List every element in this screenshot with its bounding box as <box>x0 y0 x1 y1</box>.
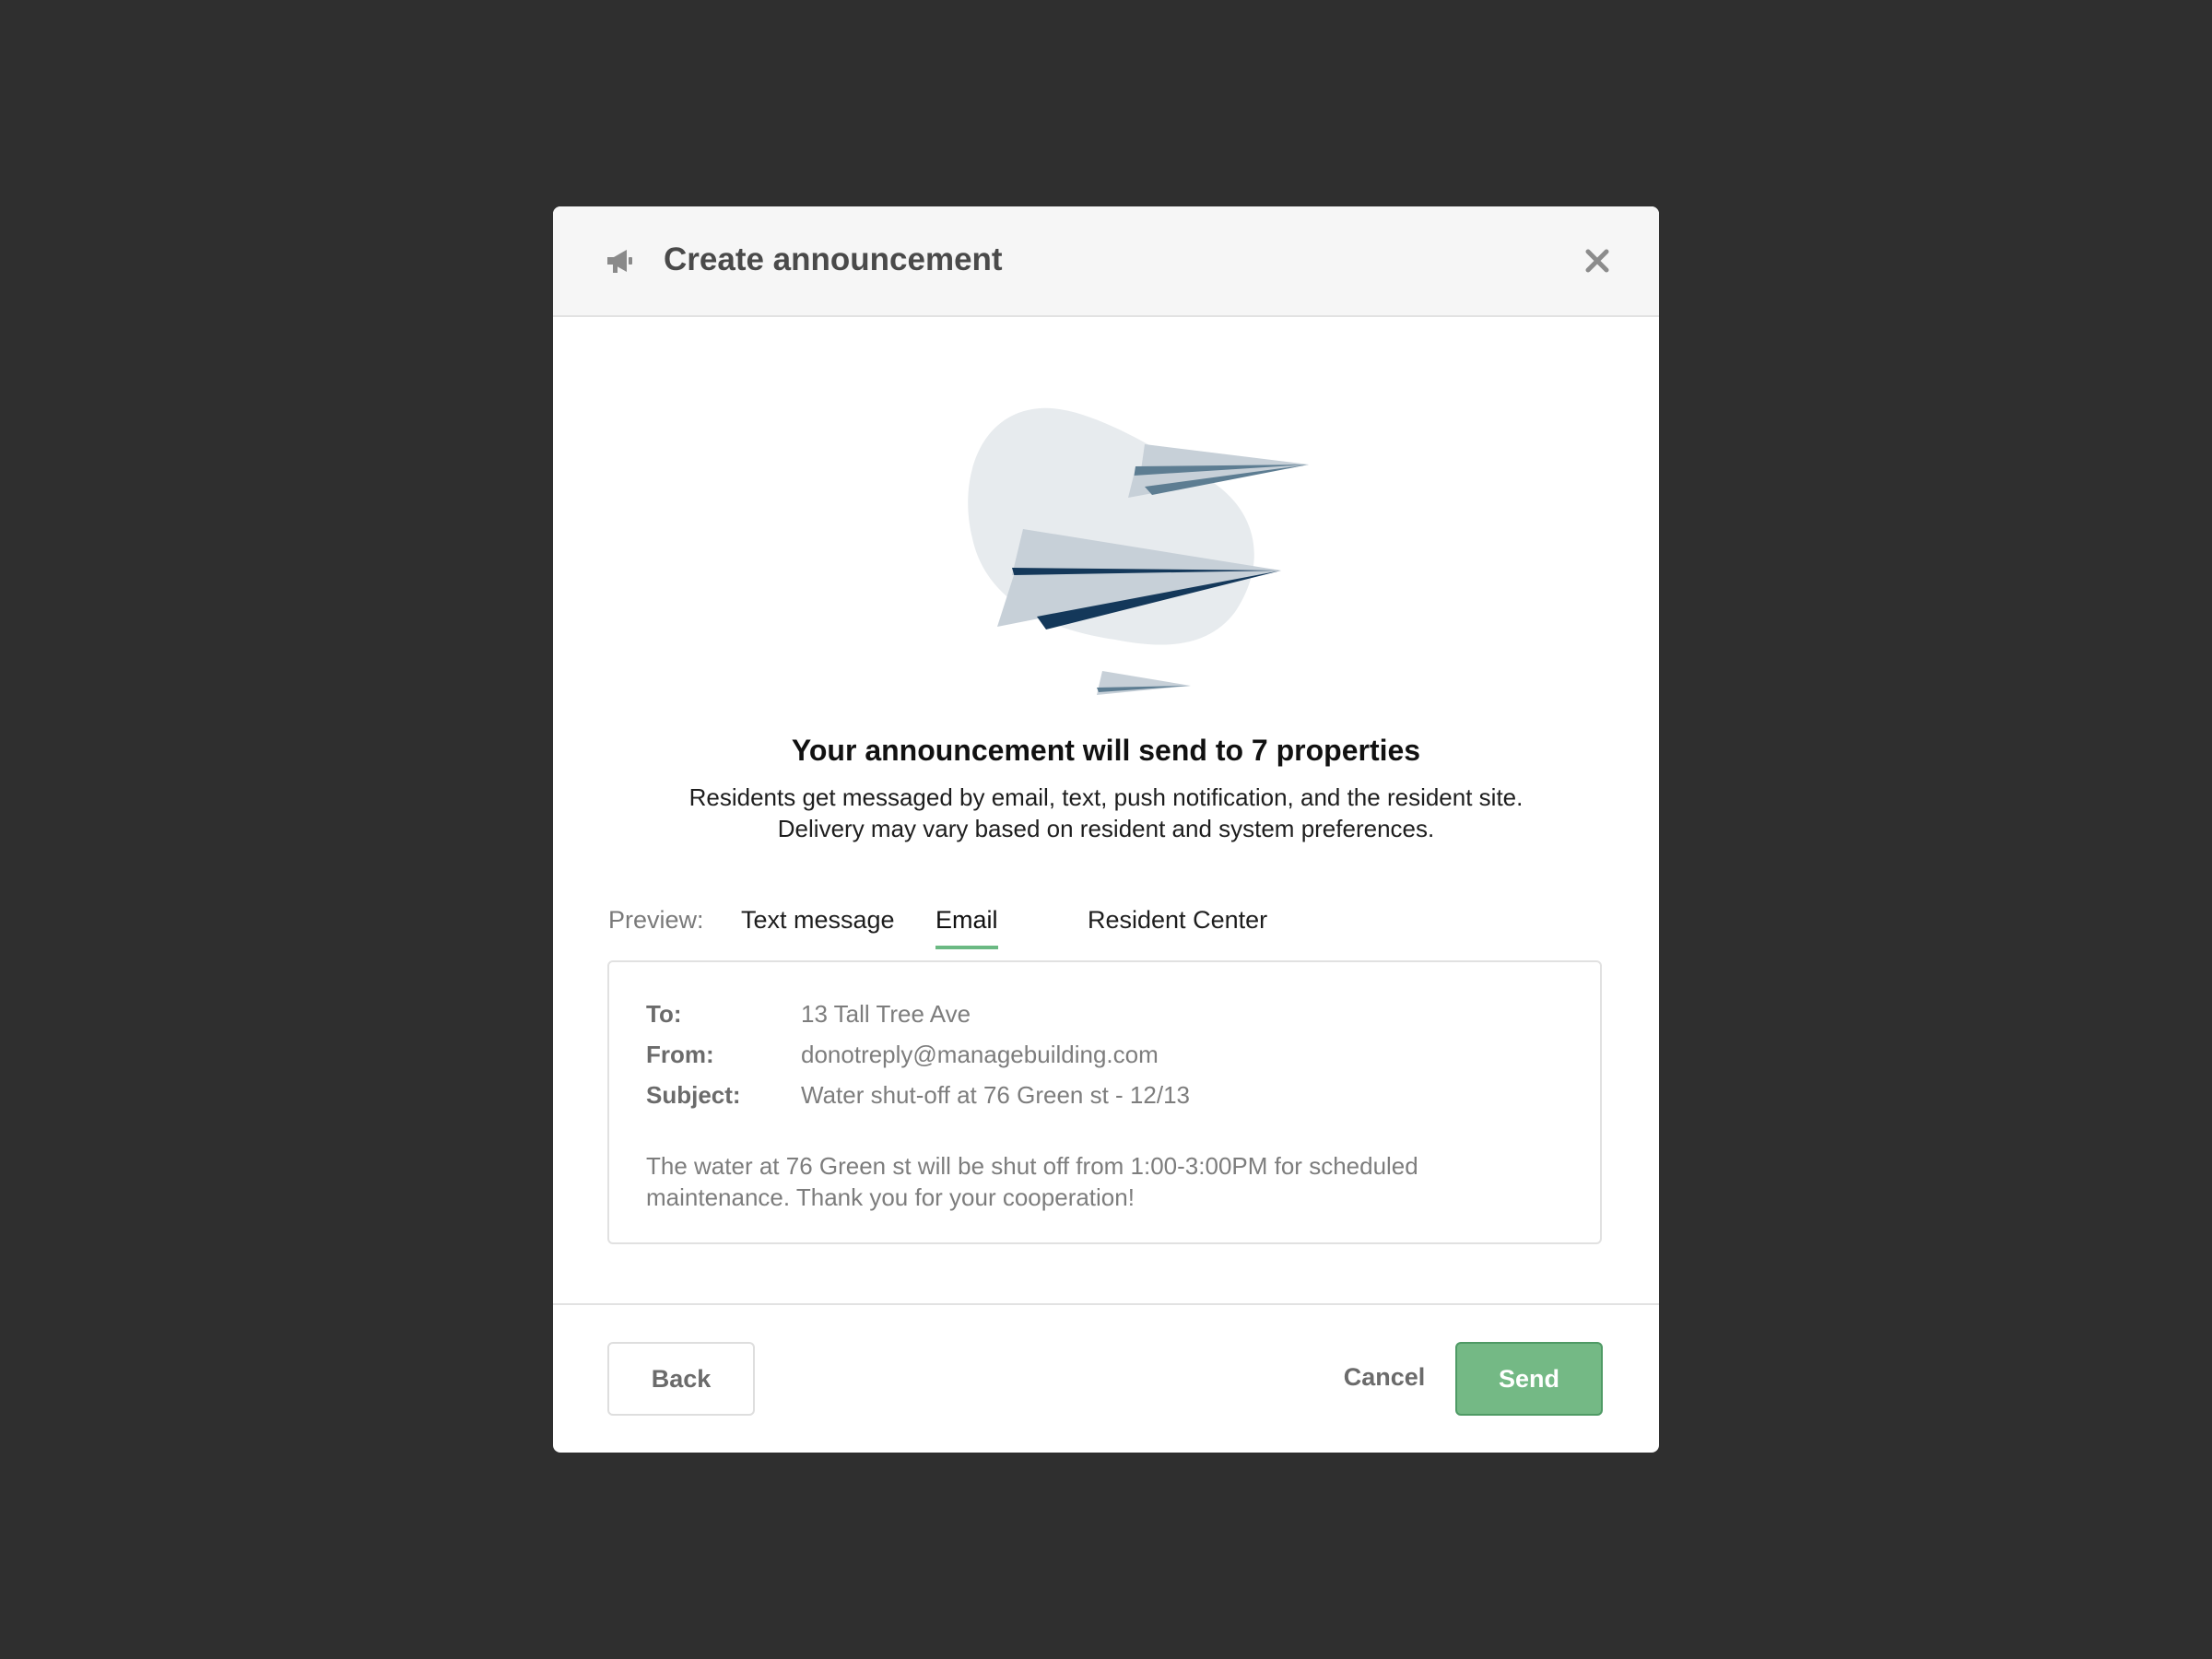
send-summary-headline: Your announcement will send to 7 propert… <box>791 734 1421 767</box>
tab-email[interactable]: Email <box>935 903 998 949</box>
to-label: To: <box>646 1000 682 1028</box>
modal-title: Create announcement <box>664 241 1003 277</box>
preview-label: Preview: <box>608 906 704 934</box>
create-announcement-modal: Create announcement Your announcement wi… <box>553 206 1659 1453</box>
to-value: 13 Tall Tree Ave <box>801 1000 971 1028</box>
email-preview: To: 13 Tall Tree Ave From: donotreply@ma… <box>607 960 1602 1244</box>
megaphone-icon <box>605 246 636 277</box>
from-value: donotreply@managebuilding.com <box>801 1041 1159 1068</box>
paper-planes-illustration <box>903 372 1364 695</box>
send-button[interactable]: Send <box>1455 1342 1603 1416</box>
footer-divider <box>553 1303 1659 1305</box>
subject-label: Subject: <box>646 1081 741 1109</box>
send-summary-description: Residents get messaged by email, text, p… <box>553 782 1659 844</box>
tab-resident-center[interactable]: Resident Center <box>1088 903 1267 946</box>
email-body: The water at 76 Green st will be shut of… <box>646 1152 1418 1211</box>
preview-tabs: Preview: Text message Email Resident Cen… <box>608 903 1604 959</box>
modal-header: Create announcement <box>553 206 1659 317</box>
tab-text-message[interactable]: Text message <box>741 903 895 946</box>
back-button[interactable]: Back <box>607 1342 755 1416</box>
description-line: Residents get messaged by email, text, p… <box>688 783 1524 811</box>
from-label: From: <box>646 1041 714 1068</box>
cancel-button[interactable]: Cancel <box>1336 1342 1432 1416</box>
close-icon[interactable] <box>1580 243 1615 278</box>
subject-value: Water shut-off at 76 Green st - 12/13 <box>801 1081 1190 1109</box>
description-line: Delivery may vary based on resident and … <box>777 815 1435 842</box>
